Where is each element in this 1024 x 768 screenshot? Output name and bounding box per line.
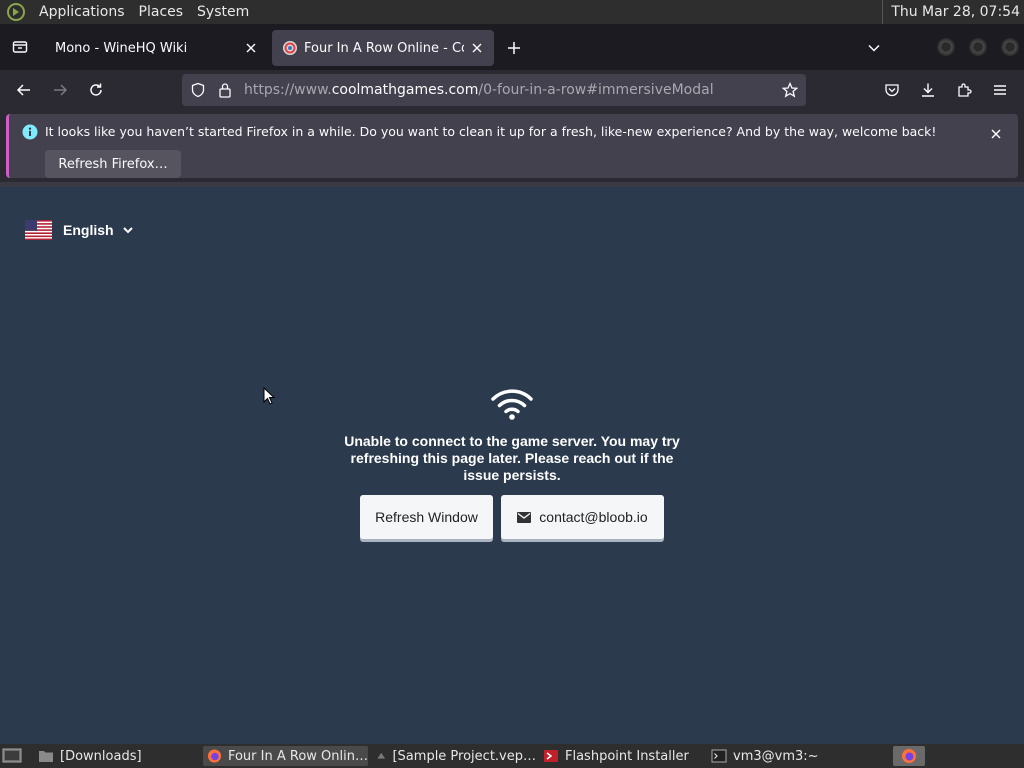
terminal-icon [711, 749, 727, 763]
new-tab-button[interactable] [502, 36, 526, 60]
chevron-down-icon [122, 227, 133, 234]
arrow-right-icon [54, 84, 68, 96]
downloads-button[interactable] [914, 76, 942, 104]
contact-email-label: contact@bloob.io [539, 509, 648, 525]
tab-title: Four In A Row Online - Conn [304, 40, 464, 56]
top-panel: Applications Places System Thu Mar 28, 0… [0, 0, 1024, 24]
navigation-toolbar: https://www.coolmathgames.com/0-four-in-… [0, 70, 1024, 110]
close-notification-icon[interactable] [988, 126, 1004, 142]
firefox-view-icon [12, 41, 28, 53]
close-window-button[interactable] [1001, 38, 1019, 56]
taskbar-item-label: Four In A Row Onlin… [227, 748, 368, 764]
applications-menu[interactable]: Applications [32, 0, 132, 24]
web-page: English Unable to connect to the game se… [0, 187, 1024, 744]
taskbar-item-downloads[interactable]: [Downloads] [38, 746, 198, 766]
taskbar-item-firefox[interactable]: Four In A Row Onlin… [203, 746, 368, 766]
firefox-icon [207, 749, 222, 763]
taskbar-item-sample-project[interactable]: [Sample Project.vep… [376, 746, 536, 766]
distro-logo-icon[interactable] [6, 2, 26, 22]
language-selector[interactable]: English [25, 220, 134, 240]
installer-icon [544, 750, 558, 762]
chevron-down-icon [868, 44, 880, 52]
notification-area: It looks like you haven’t started Firefo… [0, 110, 1024, 187]
system-menu[interactable]: System [190, 0, 256, 24]
coolmath-favicon-icon [283, 41, 297, 55]
envelope-icon [517, 511, 532, 523]
lock-icon[interactable] [218, 82, 232, 98]
taskbar-item-label: Flashpoint Installer [565, 748, 689, 764]
download-icon [922, 83, 934, 97]
taskbar-item-label: [Sample Project.vep… [392, 748, 536, 764]
plus-icon [508, 42, 520, 54]
minimize-window-button[interactable] [937, 38, 955, 56]
url-path: /0-four-in-a-row#immersiveModal [478, 82, 714, 98]
show-desktop-button[interactable] [2, 746, 22, 766]
language-label: English [63, 222, 114, 238]
pocket-button[interactable] [878, 76, 906, 104]
tray-firefox-icon[interactable] [893, 746, 925, 766]
back-button[interactable] [10, 76, 38, 104]
desktop-icon [2, 748, 22, 763]
maximize-window-button[interactable] [969, 38, 987, 56]
app-menu-button[interactable] [986, 76, 1014, 104]
url-text[interactable]: https://www.coolmathgames.com/0-four-in-… [244, 82, 714, 98]
url-prefix: https://www. [244, 82, 332, 98]
extensions-button[interactable] [950, 76, 978, 104]
taskbar-item-flashpoint[interactable]: Flashpoint Installer [543, 746, 703, 766]
wifi-icon [491, 389, 533, 420]
refresh-window-button[interactable]: Refresh Window [360, 495, 493, 539]
pocket-icon [885, 84, 899, 97]
tab-title: Mono - WineHQ Wiki [55, 40, 188, 56]
list-all-tabs-button[interactable] [862, 36, 886, 60]
info-icon [22, 124, 38, 140]
reload-icon [90, 83, 102, 96]
panel-menus: Applications Places System [0, 0, 256, 24]
bookmark-star-icon[interactable] [782, 82, 798, 98]
puzzle-icon [958, 83, 972, 97]
notification-message: It looks like you haven’t started Firefo… [45, 124, 937, 139]
us-flag-icon [25, 220, 52, 240]
taskbar-item-label: [Downloads] [60, 748, 142, 764]
refresh-firefox-button[interactable]: Refresh Firefox… [45, 150, 181, 178]
close-tab-icon[interactable] [468, 39, 486, 57]
refresh-firefox-notification: It looks like you haven’t started Firefo… [6, 114, 1018, 178]
forward-button[interactable] [46, 76, 74, 104]
contact-email-button[interactable]: contact@bloob.io [501, 495, 664, 539]
url-host: coolmathgames.com [331, 82, 479, 98]
bottom-taskbar: [Downloads] Four In A Row Onlin… [Sample… [0, 744, 1024, 768]
folder-icon [39, 751, 53, 762]
url-bar[interactable]: https://www.coolmathgames.com/0-four-in-… [182, 74, 806, 106]
taskbar-item-label: vm3@vm3:~ [733, 748, 819, 764]
mouse-cursor-icon [263, 387, 275, 405]
app-icon [377, 752, 386, 759]
firefox-view-button[interactable] [0, 24, 40, 70]
shield-icon[interactable] [190, 82, 206, 98]
connection-error-message: Unable to connect to the game server. Yo… [344, 433, 680, 483]
tab-mono-winehq[interactable]: Mono - WineHQ Wiki [44, 30, 268, 66]
panel-clock[interactable]: Thu Mar 28, 07:54 [882, 0, 1020, 24]
hamburger-menu-icon [994, 85, 1006, 95]
close-tab-icon[interactable] [242, 39, 260, 57]
places-menu[interactable]: Places [132, 0, 191, 24]
arrow-left-icon [16, 84, 30, 96]
taskbar-item-terminal[interactable]: vm3@vm3:~ [711, 746, 871, 766]
tab-four-in-a-row[interactable]: Four In A Row Online - Conn [272, 30, 494, 66]
firefox-icon [902, 749, 916, 763]
reload-button[interactable] [82, 76, 110, 104]
